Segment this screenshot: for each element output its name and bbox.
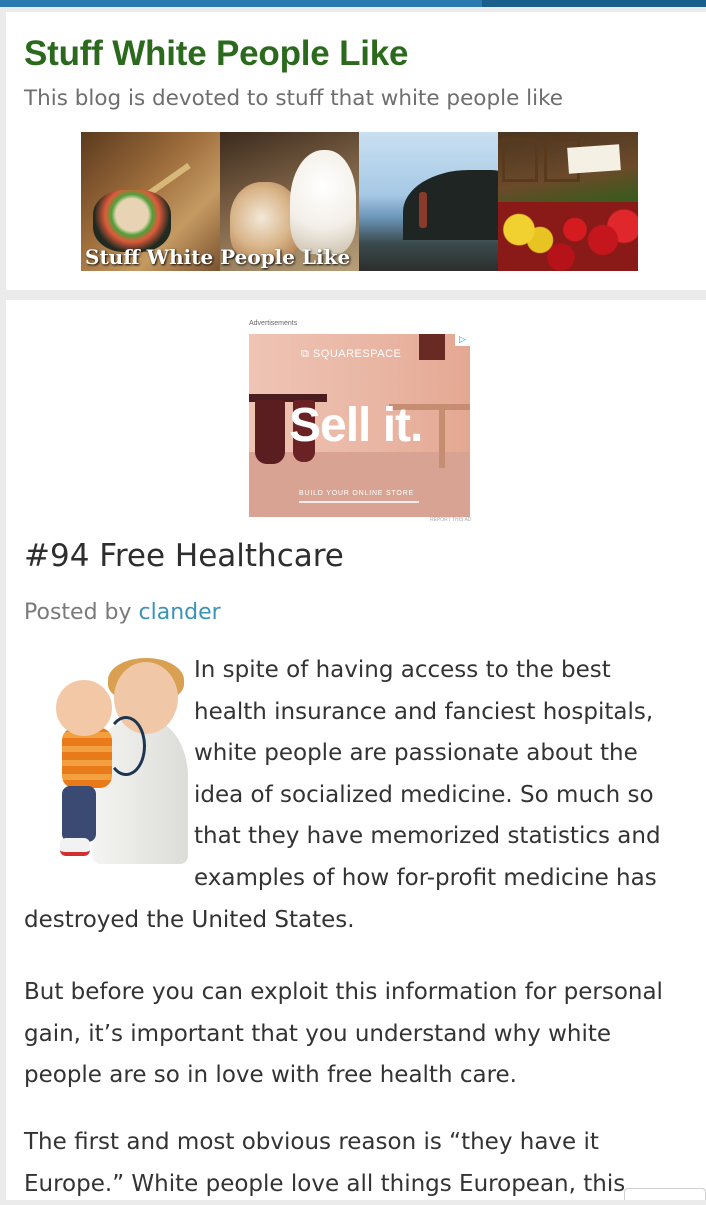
text-line: idea of socialized medicine. So much so <box>194 775 661 817</box>
post-paragraph-1-tail: destroyed the United States. <box>24 900 355 942</box>
ad-lamp <box>419 334 445 360</box>
ad-cta-underline <box>299 501 419 503</box>
adchoices-icon[interactable]: ▷ <box>455 334 470 346</box>
terrier <box>290 150 356 254</box>
text-line: white people are passionate about the <box>194 733 661 775</box>
baby-legs <box>62 786 96 842</box>
sushi-roll <box>93 190 171 252</box>
peppers <box>498 202 638 271</box>
site-description: This blog is devoted to stuff that white… <box>24 86 563 111</box>
text-line: that they have memorized statistics and <box>194 816 661 858</box>
post-title[interactable]: #94 Free Healthcare <box>24 538 344 574</box>
text-line: examples of how for-profit medicine has <box>194 858 661 900</box>
advertisement-banner[interactable]: ⧉ SQUARESPACE Sell it. BUILD YOUR ONLINE… <box>249 334 470 517</box>
ad-headline: Sell it. <box>289 398 422 453</box>
ad-floor <box>249 452 470 517</box>
post-paragraph-1: In spite of having access to the best he… <box>194 650 661 899</box>
ad-cta: BUILD YOUR ONLINE STORE <box>299 490 414 497</box>
text-line: But before you can exploit this informat… <box>24 972 663 1014</box>
baby-face <box>56 680 112 736</box>
ad-bench-leg <box>439 408 445 468</box>
price-sign <box>567 144 621 174</box>
stethoscope <box>106 716 146 776</box>
text-line: The first and most obvious reason is “th… <box>24 1122 625 1164</box>
post-byline: Posted by clander <box>24 600 221 625</box>
text-line: gain, it’s important that you understand… <box>24 1014 663 1056</box>
banner-market-photo <box>498 132 638 271</box>
post-card: Advertisements ⧉ SQUARESPACE Sell it. BU… <box>6 300 706 1200</box>
report-ad-link[interactable]: REPORT THIS AD <box>430 517 471 523</box>
text-line: health insurance and fanciest hospitals, <box>194 692 661 734</box>
crate <box>502 138 538 182</box>
text-line: people are so in love with free health c… <box>24 1055 663 1097</box>
squarespace-logo: ⧉ SQUARESPACE <box>301 348 401 361</box>
post-paragraph-3: The first and most obvious reason is “th… <box>24 1122 625 1205</box>
byline-prefix: Posted by <box>24 600 132 625</box>
banner-beach-photo <box>359 132 498 271</box>
baby-shirt <box>62 728 112 788</box>
site-title[interactable]: Stuff White People Like <box>24 34 408 74</box>
site-header: Stuff White People Like This blog is dev… <box>6 12 706 290</box>
author-link[interactable]: clander <box>139 600 221 625</box>
post-paragraph-2: But before you can exploit this informat… <box>24 972 663 1097</box>
person-on-rock <box>419 192 427 228</box>
text-line: Europe.” White people love all things Eu… <box>24 1164 625 1205</box>
doctor-with-baby-image <box>48 658 188 868</box>
top-bar-segment <box>482 0 706 7</box>
banner-caption: Stuff White People Like <box>85 245 350 269</box>
header-banner-image[interactable]: Stuff White People Like <box>81 132 638 271</box>
ad-table-leg <box>255 400 285 464</box>
top-bar <box>0 0 706 7</box>
ad-label: Advertisements <box>249 320 297 327</box>
text-line: In spite of having access to the best <box>194 650 661 692</box>
floating-widget-edge[interactable] <box>624 1188 706 1200</box>
baby-shoe <box>60 838 90 856</box>
